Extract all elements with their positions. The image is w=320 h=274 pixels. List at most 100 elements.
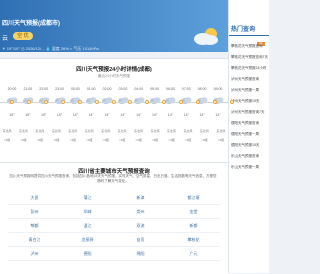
hour-wind-level: <3级 bbox=[69, 138, 77, 142]
hour-time: 06:00 bbox=[166, 87, 175, 91]
hour-time: 04:00 bbox=[134, 87, 144, 91]
temperature-point bbox=[94, 100, 99, 104]
sidebar-link[interactable]: 德阳天气预报15天 bbox=[231, 143, 268, 148]
hour-wind-direction: 东北风 bbox=[68, 129, 78, 133]
city-link[interactable]: 双流 bbox=[114, 221, 167, 230]
grid-divider bbox=[8, 246, 220, 247]
temperature-point bbox=[196, 100, 201, 104]
sidebar-link[interactable]: 攀枝花天气预报24小时 bbox=[231, 66, 268, 71]
city-link[interactable]: 泸州 bbox=[8, 249, 61, 258]
hour-wind-level: <3级 bbox=[118, 138, 126, 142]
hour-time: 07:00 bbox=[181, 87, 191, 91]
city-link[interactable]: 龙泉驿 bbox=[61, 235, 114, 244]
city-link[interactable]: 崇州 bbox=[114, 207, 167, 216]
hour-wind-level: <3级 bbox=[36, 138, 44, 142]
hour-wind-direction: 东北风 bbox=[134, 129, 144, 133]
city-link[interactable]: 大邑 bbox=[8, 193, 61, 202]
hour-temperature: 14° bbox=[167, 113, 174, 117]
hour-wind-level: <3级 bbox=[20, 138, 27, 142]
grid-divider bbox=[8, 232, 220, 233]
hour-temperature: 15° bbox=[56, 113, 63, 117]
hour-wind-level: <3级 bbox=[151, 138, 159, 142]
hour-time: 03:00 bbox=[118, 87, 128, 91]
city-link[interactable]: 邛崃 bbox=[61, 207, 114, 216]
temperature-point bbox=[111, 100, 116, 104]
regional-cities-panel: 四川省主要城市天气预报查询 四川天气预报网提供四川天气预报查询，包括四川各地15… bbox=[0, 162, 228, 274]
city-link[interactable]: 青白江 bbox=[8, 235, 61, 244]
hour-time: 22:00 bbox=[39, 87, 49, 91]
temperature-point bbox=[179, 100, 184, 104]
hour-wind-level: <3级 bbox=[184, 138, 192, 142]
temperature-point bbox=[128, 100, 133, 104]
hour-wind-direction: 东北风 bbox=[183, 129, 193, 133]
air-quality-badge[interactable]: 空 优 bbox=[13, 32, 33, 40]
temperature-point bbox=[43, 100, 48, 104]
hour-time: 09:00 bbox=[213, 87, 223, 91]
sidebar-link[interactable]: 泸州天气预报查询7天 bbox=[231, 110, 268, 115]
hour-temperature: 14° bbox=[183, 113, 189, 117]
temperature-point bbox=[10, 100, 14, 104]
hourly-subtitle: 最近24小时天气预报 bbox=[98, 74, 130, 78]
hour-temperature: 14° bbox=[120, 113, 126, 117]
sidebar-link[interactable]: 德阳天气预报查询 bbox=[231, 121, 268, 126]
temperature-point bbox=[230, 100, 234, 104]
hour-wind-direction: 东北风 bbox=[150, 129, 160, 133]
hot-query-sidebar: 热门查询 热 攀枝花天气预报查询 攀枝花天气预报查询7天 攀枝花天气预报24小时 泸州… bbox=[228, 0, 269, 273]
sidebar-link[interactable]: 德阳天气预报一周 bbox=[231, 132, 268, 137]
city-link[interactable]: 蒲江 bbox=[61, 193, 114, 202]
hour-wind-direction: 东北风 bbox=[167, 129, 177, 133]
sidebar-divider bbox=[229, 35, 269, 36]
hour-temperature: 14° bbox=[104, 113, 110, 117]
weather-condition: 云 bbox=[2, 36, 9, 42]
weather-hero: 四川天气预报(成都市) 云 空 优 ☀ 19°/10° ◷ 2026/12/..… bbox=[0, 0, 228, 52]
city-link[interactable]: 广元 bbox=[167, 249, 220, 258]
hour-temperature: 14° bbox=[72, 113, 79, 117]
hour-wind-direction: 东北风 bbox=[117, 129, 127, 133]
hourly-title: 四川天气预报24小时详情(成都) bbox=[76, 67, 152, 73]
hour-wind-level: <3级 bbox=[53, 138, 60, 142]
grid-divider bbox=[8, 204, 220, 205]
temperature-point bbox=[145, 100, 150, 104]
sidebar-link[interactable]: 攀枝花天气预报查询7天 bbox=[231, 55, 268, 60]
hour-wind-level: <3级 bbox=[3, 138, 11, 142]
sidebar-link[interactable]: 泸州天气预报查询 bbox=[231, 77, 268, 82]
hour-wind-direction: 东北风 bbox=[51, 129, 61, 133]
hour-time: 05:00 bbox=[150, 87, 159, 91]
hour-wind-level: <3级 bbox=[217, 138, 225, 142]
city-link[interactable]: 都江堰 bbox=[167, 193, 220, 202]
temperature-point bbox=[26, 100, 31, 104]
hour-wind-direction: 东北风 bbox=[216, 129, 226, 133]
hour-temperature: 14° bbox=[199, 113, 205, 117]
sidebar-link[interactable]: 攀枝花天气预报查询 bbox=[231, 44, 268, 49]
city-link[interactable]: 温江 bbox=[61, 221, 114, 230]
hour-wind-direction: 东北风 bbox=[18, 129, 28, 133]
partly-cloudy-icon bbox=[194, 28, 218, 45]
sidebar-link[interactable]: 泸州天气预报15天 bbox=[231, 99, 268, 104]
hour-wind-level: <3级 bbox=[201, 138, 208, 142]
sidebar-title: 热门查询 bbox=[231, 27, 256, 33]
sidebar-link[interactable]: 乐山天气预报查询 bbox=[231, 154, 268, 159]
hour-wind-level: <3级 bbox=[168, 138, 175, 142]
city-link[interactable]: 自贡 bbox=[114, 235, 167, 244]
city-link[interactable]: 金堂 bbox=[167, 207, 220, 216]
weather-stats: ☀ 19°/10° ◷ 2026/12/... 💧 湿度 26% ◐ 气压 10… bbox=[2, 46, 99, 51]
city-link[interactable]: 绵阳 bbox=[114, 249, 167, 258]
hour-time: 23:00 bbox=[55, 87, 64, 91]
hour-wind-direction: 东北风 bbox=[199, 129, 209, 133]
hour-temperature: 15° bbox=[9, 113, 15, 117]
sidebar-link[interactable]: 泸州天气预报一周 bbox=[231, 88, 268, 93]
city-link[interactable]: 郫都 bbox=[8, 221, 61, 230]
city-link[interactable]: 攀枝花 bbox=[167, 235, 220, 244]
city-link[interactable]: 彭州 bbox=[8, 207, 61, 216]
city-link[interactable]: 德阳 bbox=[61, 249, 114, 258]
hour-time: 00:00 bbox=[70, 87, 80, 91]
hour-time: 20:00 bbox=[7, 87, 17, 91]
sidebar-link[interactable]: 乐山天气预报一周 bbox=[231, 165, 268, 170]
hour-wind-direction: 东北风 bbox=[2, 129, 12, 133]
hour-wind-level: <3级 bbox=[86, 138, 93, 142]
hour-time: 02:00 bbox=[102, 87, 112, 91]
temperature-point bbox=[162, 100, 167, 104]
temperature-point bbox=[77, 100, 82, 104]
city-link[interactable]: 新津 bbox=[114, 193, 167, 202]
city-link[interactable]: 新都 bbox=[167, 221, 220, 230]
